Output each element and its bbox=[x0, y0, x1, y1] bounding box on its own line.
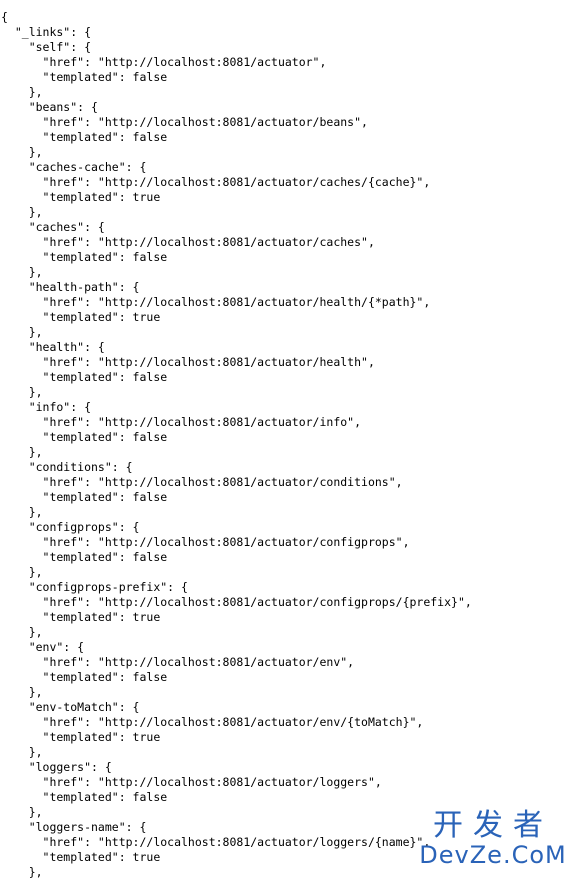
json-line: "templated": false bbox=[1, 670, 168, 684]
json-line: "conditions": { bbox=[1, 460, 133, 474]
json-line: "href": "http://localhost:8081/actuator/… bbox=[1, 355, 375, 369]
json-line: "href": "http://localhost:8081/actuator/… bbox=[1, 295, 431, 309]
json-line: "templated": false bbox=[1, 790, 168, 804]
json-line: "env-toMatch": { bbox=[1, 700, 140, 714]
json-line: "templated": false bbox=[1, 370, 168, 384]
json-line: "health-path": { bbox=[1, 280, 140, 294]
watermark-cn-text: 开发者 bbox=[433, 808, 553, 843]
json-line: "href": "http://localhost:8081/actuator/… bbox=[1, 835, 431, 849]
json-line: }, bbox=[1, 685, 43, 699]
json-line: "templated": true bbox=[1, 610, 161, 624]
json-line: "loggers": { bbox=[1, 760, 112, 774]
json-line: "href": "http://localhost:8081/actuator/… bbox=[1, 235, 375, 249]
json-line: }, bbox=[1, 625, 43, 639]
json-line: "info": { bbox=[1, 400, 92, 414]
json-line: "templated": true bbox=[1, 730, 161, 744]
json-line: }, bbox=[1, 265, 43, 279]
json-line: "caches": { bbox=[1, 220, 105, 234]
json-response-view: { "_links": { "self": { "href": "http://… bbox=[1, 10, 472, 880]
devze-watermark-logo: 开发者 DevZe.CoM bbox=[418, 810, 568, 870]
json-line: "configprops-prefix": { bbox=[1, 580, 188, 594]
json-line: }, bbox=[1, 445, 43, 459]
json-line: "caches-cache": { bbox=[1, 160, 147, 174]
json-line: "href": "http://localhost:8081/actuator/… bbox=[1, 715, 424, 729]
json-line: }, bbox=[1, 145, 43, 159]
json-line: "templated": true bbox=[1, 850, 161, 864]
json-line: }, bbox=[1, 745, 43, 759]
watermark-en-text: DevZe.CoM bbox=[419, 841, 567, 869]
json-line: "templated": false bbox=[1, 430, 168, 444]
json-line: }, bbox=[1, 565, 43, 579]
json-line: "templated": true bbox=[1, 310, 161, 324]
json-line: "self": { bbox=[1, 40, 92, 54]
json-line: "templated": false bbox=[1, 70, 168, 84]
json-line: }, bbox=[1, 325, 43, 339]
json-line: }, bbox=[1, 205, 43, 219]
json-line: }, bbox=[1, 385, 43, 399]
json-line: "href": "http://localhost:8081/actuator/… bbox=[1, 775, 382, 789]
json-line: "loggers-name": { bbox=[1, 820, 147, 834]
json-line: "href": "http://localhost:8081/actuator/… bbox=[1, 115, 368, 129]
json-line: "env": { bbox=[1, 640, 85, 654]
json-line: "href": "http://localhost:8081/actuator/… bbox=[1, 595, 472, 609]
json-line: "health": { bbox=[1, 340, 105, 354]
json-line: "href": "http://localhost:8081/actuator/… bbox=[1, 535, 410, 549]
json-line: "configprops": { bbox=[1, 520, 140, 534]
json-line: "beans": { bbox=[1, 100, 98, 114]
json-line: "templated": true bbox=[1, 190, 161, 204]
json-line: }, bbox=[1, 505, 43, 519]
json-line: "templated": false bbox=[1, 550, 168, 564]
json-line: "href": "http://localhost:8081/actuator/… bbox=[1, 415, 362, 429]
json-line: "href": "http://localhost:8081/actuator/… bbox=[1, 475, 403, 489]
json-line: "templated": false bbox=[1, 250, 168, 264]
json-line: "templated": false bbox=[1, 490, 168, 504]
json-line: "href": "http://localhost:8081/actuator/… bbox=[1, 175, 431, 189]
json-line: }, bbox=[1, 85, 43, 99]
json-line: "href": "http://localhost:8081/actuator"… bbox=[1, 55, 327, 69]
json-line: "href": "http://localhost:8081/actuator/… bbox=[1, 655, 355, 669]
json-line: "_links": { bbox=[1, 25, 92, 39]
json-line: }, bbox=[1, 805, 43, 819]
json-line: "templated": false bbox=[1, 130, 168, 144]
json-line: { bbox=[1, 10, 8, 24]
